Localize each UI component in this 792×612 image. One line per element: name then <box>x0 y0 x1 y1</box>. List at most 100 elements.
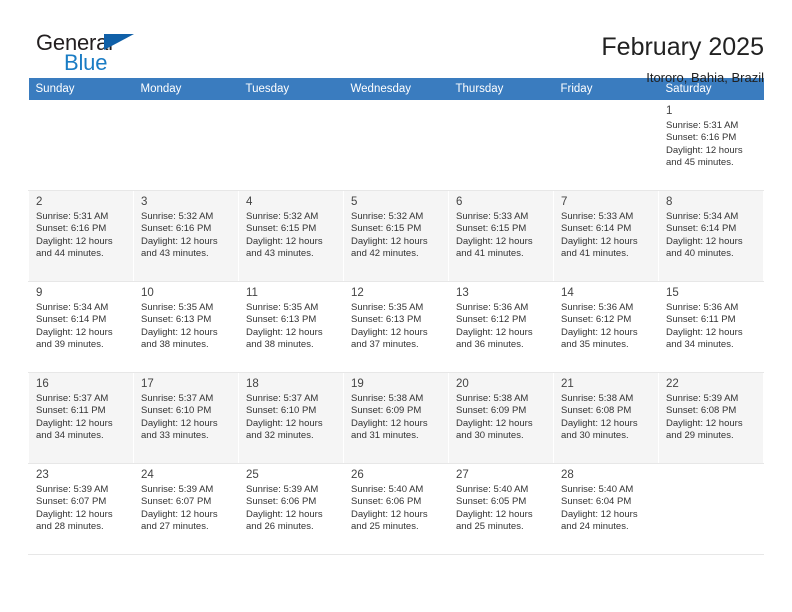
sunrise-text: Sunrise: 5:33 AM <box>561 211 634 222</box>
day-number: 5 <box>351 196 358 208</box>
calendar-day-cell[interactable]: 19 Sunrise: 5:38 AM Sunset: 6:09 PM Dayligh… <box>343 372 449 464</box>
daylight-text-line2: and 31 minutes. <box>351 430 419 442</box>
day-number: 28 <box>561 469 574 481</box>
daylight-text-line1: Daylight: 12 hours <box>141 326 218 338</box>
calendar-day-cell[interactable]: 3 Sunrise: 5:32 AM Sunset: 6:16 PM Daylight… <box>133 190 239 282</box>
calendar-day-cell[interactable]: 15 Sunrise: 5:36 AM Sunset: 6:11 PM Dayligh… <box>658 281 764 373</box>
sunset-text: Sunset: 6:07 PM <box>141 496 212 508</box>
sunrise-text: Sunrise: 5:36 AM <box>456 302 529 313</box>
calendar-day-cell[interactable]: 17 Sunrise: 5:37 AM Sunset: 6:10 PM Dayligh… <box>133 372 239 464</box>
daylight-text-line2: and 40 minutes. <box>666 248 734 260</box>
sunrise-text: Sunrise: 5:31 AM <box>666 120 739 131</box>
daylight-text-line1: Daylight: 12 hours <box>141 508 218 520</box>
daylight-text-line2: and 43 minutes. <box>246 248 314 260</box>
daylight-text-line2: and 29 minutes. <box>666 430 734 442</box>
calendar-day-cell[interactable]: 22 Sunrise: 5:39 AM Sunset: 6:08 PM Dayligh… <box>658 372 764 464</box>
sunrise-text: Sunrise: 5:40 AM <box>351 484 424 495</box>
day-number: 9 <box>36 287 43 299</box>
daylight-text-line1: Daylight: 12 hours <box>456 235 533 247</box>
sunset-text: Sunset: 6:10 PM <box>246 405 317 417</box>
day-sun-info: Sunrise: 5:32 AM Sunset: 6:15 PM Daylight:… <box>246 211 337 261</box>
sunrise-text: Sunrise: 5:32 AM <box>246 211 319 222</box>
calendar-day-cell[interactable]: 14 Sunrise: 5:36 AM Sunset: 6:12 PM Dayligh… <box>553 281 659 373</box>
calendar-week-row: 1 Sunrise: 5:31 AM Sunset: 6:16 PM Daylight… <box>28 100 764 191</box>
general-blue-logo[interactable]: General Blue <box>28 30 178 86</box>
calendar-day-cell[interactable]: 26 Sunrise: 5:40 AM Sunset: 6:06 PM Dayligh… <box>343 463 449 555</box>
sunset-text: Sunset: 6:08 PM <box>561 405 632 417</box>
calendar-day-cell[interactable]: 10 Sunrise: 5:35 AM Sunset: 6:13 PM Dayligh… <box>133 281 239 373</box>
day-sun-info: Sunrise: 5:33 AM Sunset: 6:14 PM Daylight:… <box>561 211 652 261</box>
sunset-text: Sunset: 6:06 PM <box>351 496 422 508</box>
day-cell-content: 10 Sunrise: 5:35 AM Sunset: 6:13 PM Dayligh… <box>134 282 238 372</box>
day-sun-info: Sunrise: 5:38 AM Sunset: 6:08 PM Daylight:… <box>561 393 652 443</box>
daylight-text-line1: Daylight: 12 hours <box>141 417 218 429</box>
sunset-text: Sunset: 6:06 PM <box>246 496 317 508</box>
day-cell-content: 6 Sunrise: 5:33 AM Sunset: 6:15 PM Daylight… <box>449 191 553 281</box>
page-title: February 2025 <box>601 33 764 61</box>
daylight-text-line2: and 36 minutes. <box>456 339 524 351</box>
calendar-week-row: 2 Sunrise: 5:31 AM Sunset: 6:16 PM Daylight… <box>28 190 764 282</box>
daylight-text-line2: and 24 minutes. <box>561 521 629 533</box>
calendar-day-cell[interactable]: 12 Sunrise: 5:35 AM Sunset: 6:13 PM Dayligh… <box>343 281 449 373</box>
sunrise-text: Sunrise: 5:40 AM <box>561 484 634 495</box>
daylight-text-line2: and 38 minutes. <box>246 339 314 351</box>
day-sun-info: Sunrise: 5:37 AM Sunset: 6:10 PM Daylight:… <box>246 393 337 443</box>
daylight-text-line2: and 30 minutes. <box>456 430 524 442</box>
calendar-day-cell[interactable]: 27 Sunrise: 5:40 AM Sunset: 6:05 PM Dayligh… <box>448 463 554 555</box>
day-number: 4 <box>246 196 253 208</box>
day-cell-content: 2 Sunrise: 5:31 AM Sunset: 6:16 PM Daylight… <box>29 191 133 281</box>
daylight-text-line1: Daylight: 12 hours <box>666 144 743 156</box>
calendar-day-cell[interactable]: 8 Sunrise: 5:34 AM Sunset: 6:14 PM Daylight… <box>658 190 764 282</box>
calendar-day-cell[interactable]: 18 Sunrise: 5:37 AM Sunset: 6:10 PM Dayligh… <box>238 372 344 464</box>
calendar-day-cell[interactable]: 4 Sunrise: 5:32 AM Sunset: 6:15 PM Daylight… <box>238 190 344 282</box>
calendar-day-cell[interactable]: 7 Sunrise: 5:33 AM Sunset: 6:14 PM Daylight… <box>553 190 659 282</box>
sunrise-text: Sunrise: 5:33 AM <box>456 211 529 222</box>
daylight-text-line1: Daylight: 12 hours <box>456 508 533 520</box>
day-cell-content: 25 Sunrise: 5:39 AM Sunset: 6:06 PM Dayligh… <box>239 464 343 554</box>
day-cell-content: 15 Sunrise: 5:36 AM Sunset: 6:11 PM Dayligh… <box>659 282 763 372</box>
calendar-day-cell[interactable]: 20 Sunrise: 5:38 AM Sunset: 6:09 PM Dayligh… <box>448 372 554 464</box>
daylight-text-line2: and 43 minutes. <box>141 248 209 260</box>
calendar-day-cell[interactable]: 9 Sunrise: 5:34 AM Sunset: 6:14 PM Daylight… <box>28 281 134 373</box>
daylight-text-line1: Daylight: 12 hours <box>246 508 323 520</box>
calendar-cell-empty <box>658 463 764 555</box>
sunrise-text: Sunrise: 5:39 AM <box>666 393 739 404</box>
day-sun-info: Sunrise: 5:38 AM Sunset: 6:09 PM Daylight:… <box>351 393 442 443</box>
calendar-day-cell[interactable]: 28 Sunrise: 5:40 AM Sunset: 6:04 PM Dayligh… <box>553 463 659 555</box>
daylight-text-line1: Daylight: 12 hours <box>351 235 428 247</box>
day-number: 24 <box>141 469 154 481</box>
day-sun-info: Sunrise: 5:37 AM Sunset: 6:11 PM Daylight:… <box>36 393 127 443</box>
sunset-text: Sunset: 6:13 PM <box>351 314 422 326</box>
daylight-text-line2: and 33 minutes. <box>141 430 209 442</box>
calendar-day-cell[interactable]: 1 Sunrise: 5:31 AM Sunset: 6:16 PM Daylight… <box>658 100 764 191</box>
calendar-day-cell[interactable]: 25 Sunrise: 5:39 AM Sunset: 6:06 PM Dayligh… <box>238 463 344 555</box>
day-cell-content: 9 Sunrise: 5:34 AM Sunset: 6:14 PM Daylight… <box>29 282 133 372</box>
calendar-day-cell[interactable]: 21 Sunrise: 5:38 AM Sunset: 6:08 PM Dayligh… <box>553 372 659 464</box>
weekday-header-tuesday: Tuesday <box>238 78 344 100</box>
day-number: 3 <box>141 196 148 208</box>
calendar-day-cell[interactable]: 2 Sunrise: 5:31 AM Sunset: 6:16 PM Daylight… <box>28 190 134 282</box>
daylight-text-line1: Daylight: 12 hours <box>666 417 743 429</box>
daylight-text-line1: Daylight: 12 hours <box>561 235 638 247</box>
calendar-cell-empty <box>343 100 449 191</box>
calendar-day-cell[interactable]: 6 Sunrise: 5:33 AM Sunset: 6:15 PM Daylight… <box>448 190 554 282</box>
calendar-day-cell[interactable]: 13 Sunrise: 5:36 AM Sunset: 6:12 PM Dayligh… <box>448 281 554 373</box>
calendar-day-cell[interactable]: 24 Sunrise: 5:39 AM Sunset: 6:07 PM Dayligh… <box>133 463 239 555</box>
calendar-day-cell[interactable]: 23 Sunrise: 5:39 AM Sunset: 6:07 PM Dayligh… <box>28 463 134 555</box>
day-number: 21 <box>561 378 574 390</box>
daylight-text-line2: and 34 minutes. <box>36 430 104 442</box>
day-number: 22 <box>666 378 679 390</box>
day-cell-content: 22 Sunrise: 5:39 AM Sunset: 6:08 PM Dayligh… <box>659 373 763 463</box>
day-cell-content: 11 Sunrise: 5:35 AM Sunset: 6:13 PM Dayligh… <box>239 282 343 372</box>
calendar-day-cell[interactable]: 5 Sunrise: 5:32 AM Sunset: 6:15 PM Daylight… <box>343 190 449 282</box>
daylight-text-line2: and 42 minutes. <box>351 248 419 260</box>
weekday-header-wednesday: Wednesday <box>343 78 449 100</box>
sunset-text: Sunset: 6:11 PM <box>666 314 736 326</box>
sunset-text: Sunset: 6:15 PM <box>351 223 422 235</box>
day-cell-content: 13 Sunrise: 5:36 AM Sunset: 6:12 PM Dayligh… <box>449 282 553 372</box>
day-cell-content: 14 Sunrise: 5:36 AM Sunset: 6:12 PM Dayligh… <box>554 282 658 372</box>
daylight-text-line1: Daylight: 12 hours <box>351 417 428 429</box>
calendar-day-cell[interactable]: 11 Sunrise: 5:35 AM Sunset: 6:13 PM Dayligh… <box>238 281 344 373</box>
sunset-text: Sunset: 6:16 PM <box>666 132 737 144</box>
calendar-day-cell[interactable]: 16 Sunrise: 5:37 AM Sunset: 6:11 PM Dayligh… <box>28 372 134 464</box>
